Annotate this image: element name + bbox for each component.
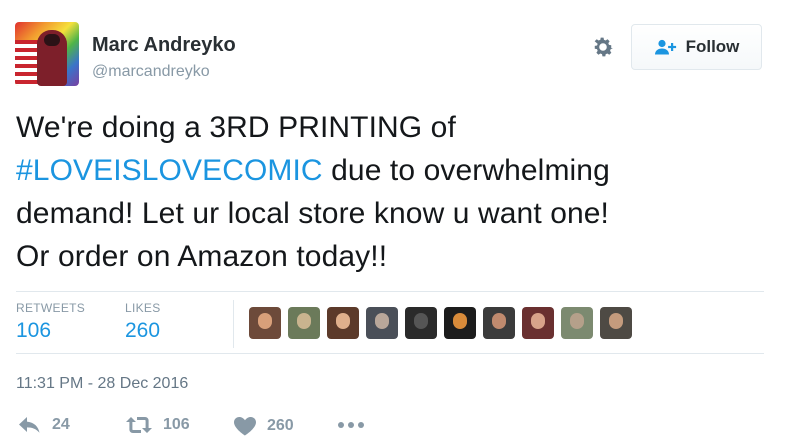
tweet-line-1: We're doing a 3RD PRINTING of [16, 111, 456, 144]
liker-avatar[interactable] [522, 307, 554, 339]
like-count: 260 [267, 417, 294, 434]
tweet-line-2: #LOVEISLOVECOMIC due to overwhelming [16, 149, 776, 192]
liker-avatar-face [414, 313, 428, 329]
tweet-line-3: demand! Let ur local store know u want o… [16, 197, 609, 230]
likes-stat[interactable]: LIKES 260 [125, 301, 161, 343]
reply-button[interactable]: 24 [18, 416, 70, 434]
liker-avatar-face [297, 313, 311, 329]
heart-icon [234, 417, 256, 436]
divider [16, 353, 764, 354]
liker-avatar[interactable] [366, 307, 398, 339]
hashtag-link[interactable]: #LOVEISLOVECOMIC [16, 154, 323, 187]
liker-avatar-face [453, 313, 467, 329]
follow-label: Follow [685, 37, 740, 56]
liker-avatar-face [375, 313, 389, 329]
tweet-line-2-rest: due to overwhelming [322, 154, 610, 187]
likes-label: LIKES [125, 301, 161, 315]
retweets-count: 106 [16, 319, 52, 342]
retweet-button[interactable]: 106 [125, 416, 190, 434]
liker-avatar[interactable] [405, 307, 437, 339]
avatar-mask [44, 34, 60, 46]
tweet-text: We're doing a 3RD PRINTING of #LOVEISLOV… [16, 106, 776, 278]
reply-count: 24 [52, 416, 70, 433]
liker-avatar-face [570, 313, 584, 329]
liker-avatar[interactable] [327, 307, 359, 339]
liker-avatar-face [336, 313, 350, 329]
retweets-stat[interactable]: RETWEETS 106 [16, 301, 85, 343]
divider [16, 291, 764, 292]
liker-avatar[interactable] [249, 307, 281, 339]
liker-avatar[interactable] [483, 307, 515, 339]
more-dots-icon[interactable] [337, 420, 365, 430]
like-button[interactable]: 260 [233, 416, 294, 436]
gear-icon[interactable] [590, 34, 616, 60]
liker-avatar[interactable] [288, 307, 320, 339]
person-plus-icon [654, 39, 676, 55]
follow-button[interactable]: Follow [631, 24, 762, 70]
display-name[interactable]: Marc Andreyko [92, 34, 236, 57]
liker-avatar[interactable] [561, 307, 593, 339]
reply-icon [19, 417, 40, 433]
liker-avatar[interactable] [600, 307, 632, 339]
stats-separator [233, 300, 234, 348]
user-handle[interactable]: @marcandreyko [92, 63, 210, 81]
avatar[interactable] [15, 22, 79, 86]
liker-avatar[interactable] [444, 307, 476, 339]
liker-avatar-face [531, 313, 545, 329]
tweet-line-4: Or order on Amazon today!! [16, 240, 388, 273]
liker-avatar-face [258, 313, 272, 329]
retweet-count: 106 [163, 416, 190, 433]
retweet-icon [126, 417, 152, 433]
likes-count: 260 [125, 319, 161, 342]
liker-avatar-face [492, 313, 506, 329]
retweets-label: RETWEETS [16, 301, 86, 315]
liker-avatar-face [609, 313, 623, 329]
tweet-timestamp[interactable]: 11:31 PM - 28 Dec 2016 [16, 375, 188, 393]
likers-avatar-list [249, 307, 632, 339]
